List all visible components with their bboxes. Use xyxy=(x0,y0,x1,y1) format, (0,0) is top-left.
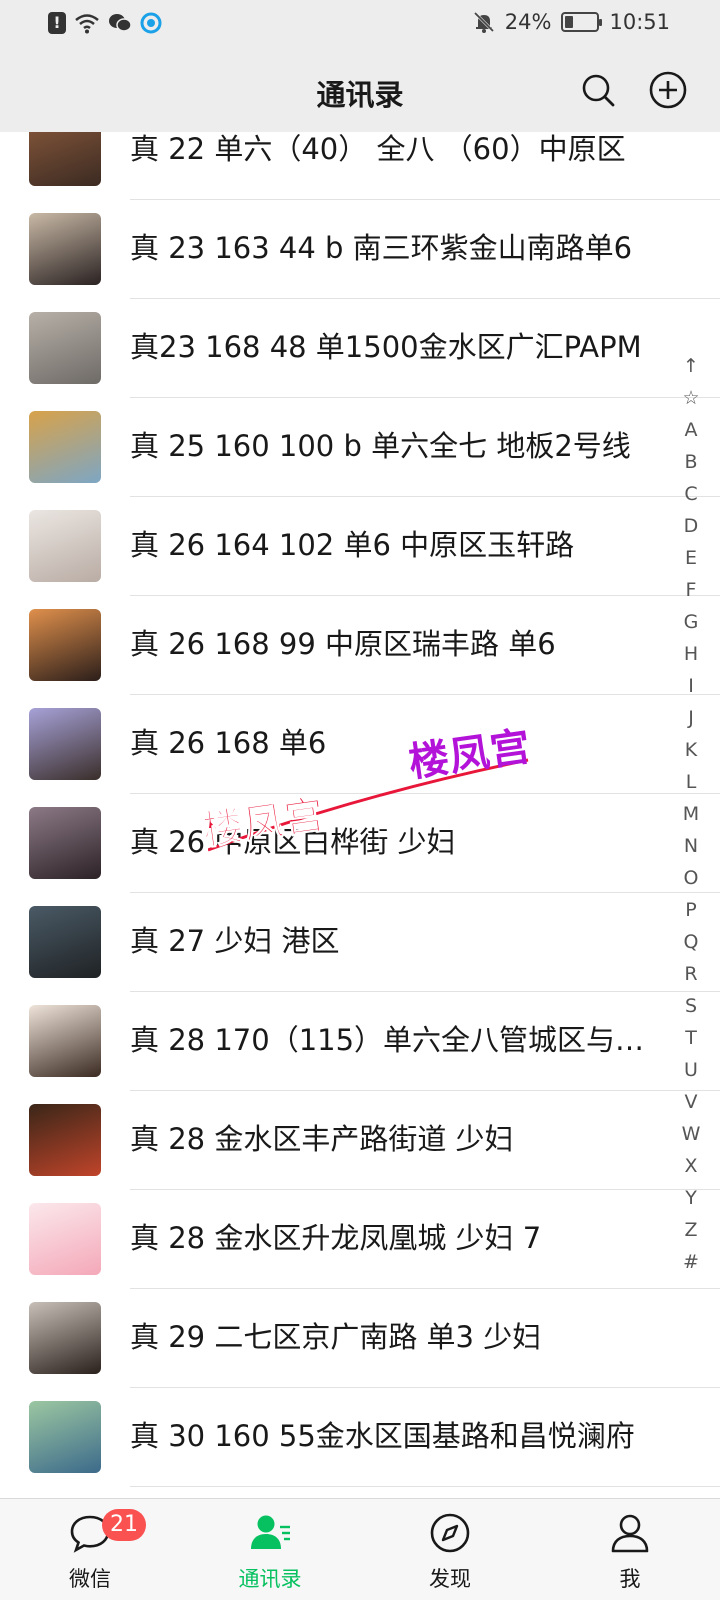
contact-name: 真 26 168 99 中原区瑞丰路 单6 xyxy=(130,627,556,661)
index-letter[interactable]: Y xyxy=(685,1182,697,1214)
index-letter[interactable]: C xyxy=(684,478,697,510)
index-letter[interactable]: G xyxy=(684,606,699,638)
contact-avatar[interactable] xyxy=(29,312,101,384)
contact-avatar[interactable] xyxy=(29,411,101,483)
contact-name: 真 28 金水区升龙凤凰城 少妇 7 xyxy=(130,1221,542,1255)
contact-name: 真 23 163 44 b 南三环紫金山南路单6 xyxy=(130,231,633,265)
compass-icon xyxy=(430,1513,470,1553)
index-letter[interactable]: V xyxy=(685,1086,698,1118)
contact-name: 真23 168 48 单1500金水区广汇PAPM xyxy=(130,330,642,364)
alphabet-index-bar[interactable]: ↑ ☆ A B C D E F G H I J K L M N O P Q R S T U V W X Y Z # xyxy=(680,350,702,1278)
index-letter[interactable]: P xyxy=(685,894,696,926)
index-letter[interactable]: B xyxy=(684,446,697,478)
contact-row[interactable]: 真 23 163 44 b 南三环紫金山南路单6 xyxy=(0,198,720,299)
contact-avatar[interactable] xyxy=(29,1104,101,1176)
index-letter[interactable]: F xyxy=(686,574,697,606)
index-letter[interactable]: R xyxy=(684,958,697,990)
contact-row[interactable]: 真 28 金水区丰产路街道 少妇 xyxy=(0,1089,720,1190)
contact-avatar[interactable] xyxy=(29,132,101,186)
battery-percent: 24% xyxy=(504,10,552,34)
contact-avatar[interactable] xyxy=(29,1302,101,1374)
header-bar: 通讯录 xyxy=(0,50,720,132)
index-letter[interactable]: X xyxy=(684,1150,697,1182)
index-letter[interactable]: ☆ xyxy=(682,382,699,414)
status-bar: ! 24% 10:51 xyxy=(0,0,720,50)
index-letter[interactable]: I xyxy=(688,670,694,702)
status-time: 10:51 xyxy=(609,10,670,34)
search-icon[interactable] xyxy=(578,70,618,110)
contact-row[interactable]: 真 29 二七区京广南路 单3 少妇 xyxy=(0,1287,720,1388)
contact-name: 真 25 160 100 b 单六全七 地板2号线 xyxy=(130,429,631,463)
wifi-icon xyxy=(75,14,99,34)
index-letter[interactable]: J xyxy=(688,702,694,734)
index-letter[interactable]: U xyxy=(684,1054,698,1086)
index-letter[interactable]: H xyxy=(684,638,698,670)
index-letter[interactable]: S xyxy=(685,990,697,1022)
unread-badge: 21 xyxy=(102,1509,146,1541)
tab-discover[interactable]: 发现 xyxy=(360,1499,540,1600)
contact-avatar[interactable] xyxy=(29,609,101,681)
contact-avatar[interactable] xyxy=(29,1401,101,1473)
contact-avatar[interactable] xyxy=(29,510,101,582)
index-letter[interactable]: O xyxy=(684,862,699,894)
contact-name: 真 26 164 102 单6 中原区玉轩路 xyxy=(130,528,575,562)
index-letter[interactable]: ↑ xyxy=(683,350,699,382)
index-letter[interactable]: E xyxy=(685,542,697,574)
contact-name: 真 30 160 55金水区国基路和昌悦澜府 xyxy=(130,1419,635,1453)
contact-name: 真 28 金水区丰产路街道 少妇 xyxy=(130,1122,514,1156)
add-circle-icon[interactable] xyxy=(648,70,688,110)
index-letter[interactable]: Q xyxy=(684,926,699,958)
contact-row[interactable]: 真 28 金水区升龙凤凰城 少妇 7 xyxy=(0,1188,720,1289)
mute-bell-icon xyxy=(473,11,494,33)
tab-contacts[interactable]: 通讯录 xyxy=(180,1499,360,1600)
app-notification-icon xyxy=(140,12,162,34)
contact-avatar[interactable] xyxy=(29,906,101,978)
contact-row[interactable]: 真23 168 48 单1500金水区广汇PAPM xyxy=(0,297,720,398)
index-letter[interactable]: D xyxy=(684,510,699,542)
bottom-tab-bar: 21 微信 通讯录 发现 我 xyxy=(0,1498,720,1600)
index-letter[interactable]: N xyxy=(684,830,698,862)
contact-row[interactable]: 真 30 160 55金水区国基路和昌悦澜府 xyxy=(0,1386,720,1487)
tab-label: 通讯录 xyxy=(238,1567,302,1591)
battery-icon xyxy=(561,12,603,32)
contact-avatar[interactable] xyxy=(29,708,101,780)
contact-row[interactable]: 真 26 164 102 单6 中原区玉轩路 xyxy=(0,495,720,596)
contact-name: 真 27 少妇 港区 xyxy=(130,924,340,958)
index-letter[interactable]: K xyxy=(685,734,697,766)
index-letter[interactable]: M xyxy=(683,798,699,830)
row-divider xyxy=(130,1486,720,1487)
contact-row[interactable]: 真 27 少妇 港区 xyxy=(0,891,720,992)
tab-chats[interactable]: 21 微信 xyxy=(0,1499,180,1600)
index-letter[interactable]: Z xyxy=(684,1214,697,1246)
contact-avatar[interactable] xyxy=(29,1203,101,1275)
tab-label: 发现 xyxy=(429,1567,471,1591)
index-letter[interactable]: W xyxy=(682,1118,701,1150)
contact-name: 真 28 170（115）单六全八管城区与航海路 xyxy=(130,1023,665,1057)
contacts-icon xyxy=(251,1515,290,1549)
contact-row[interactable]: 真 25 160 100 b 单六全七 地板2号线 xyxy=(0,396,720,497)
contact-name: 真 22 单六（40） 全八 （60）中原区 xyxy=(130,132,626,166)
contact-avatar[interactable] xyxy=(29,213,101,285)
status-left-icons: ! xyxy=(48,12,162,34)
tab-label: 微信 xyxy=(69,1567,111,1591)
index-letter[interactable]: # xyxy=(683,1246,699,1278)
contact-avatar[interactable] xyxy=(29,807,101,879)
tab-label: 我 xyxy=(619,1567,641,1591)
person-icon xyxy=(611,1514,649,1553)
contact-name: 真 29 二七区京广南路 单3 少妇 xyxy=(130,1320,542,1354)
status-right-icons: 24% 10:51 xyxy=(473,10,670,34)
contact-row[interactable]: 真 28 170（115）单六全八管城区与航海路 xyxy=(0,990,720,1091)
index-letter[interactable]: T xyxy=(685,1022,697,1054)
index-letter[interactable]: A xyxy=(685,414,698,446)
contact-avatar[interactable] xyxy=(29,1005,101,1077)
wechat-notification-icon xyxy=(109,14,132,32)
contact-row[interactable]: 真 26 168 99 中原区瑞丰路 单6 xyxy=(0,594,720,695)
contact-row[interactable]: 真 22 单六（40） 全八 （60）中原区 xyxy=(0,132,720,200)
tab-me[interactable]: 我 xyxy=(540,1499,720,1600)
alert-icon: ! xyxy=(48,12,66,34)
index-letter[interactable]: L xyxy=(686,766,697,798)
